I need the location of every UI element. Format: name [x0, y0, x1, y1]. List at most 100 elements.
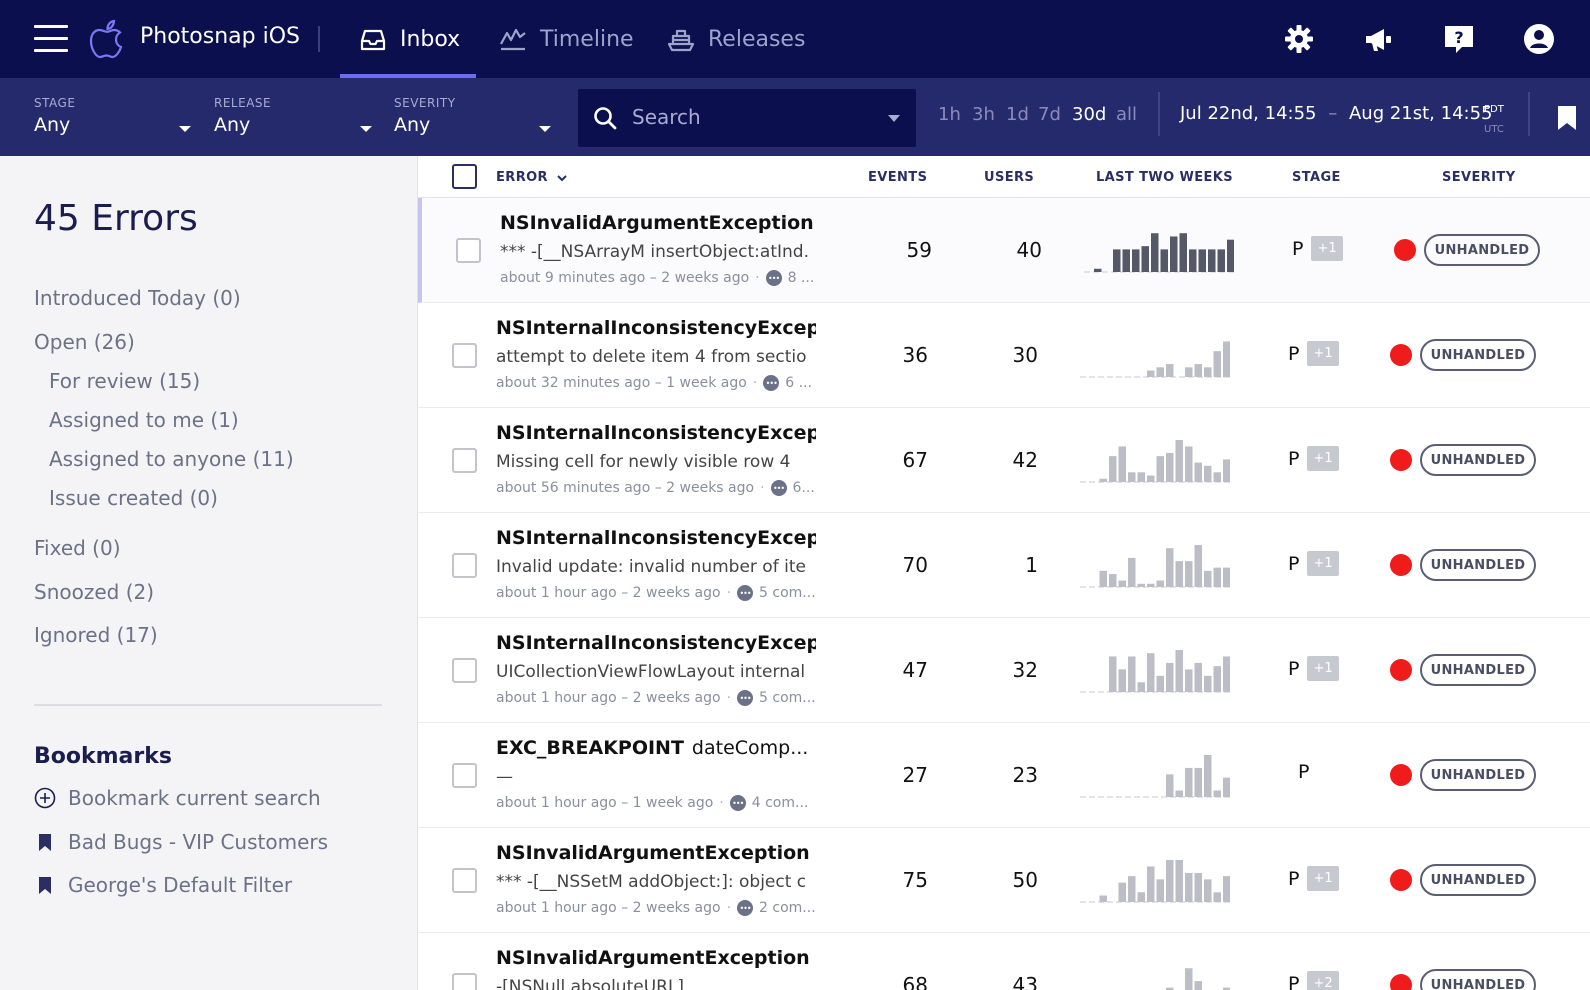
tab-inbox[interactable]: Inbox — [340, 0, 476, 78]
sparkline-bar — [1213, 892, 1221, 902]
bookmark-icon[interactable] — [1556, 104, 1578, 132]
range-all[interactable]: all — [1116, 104, 1137, 125]
row-checkbox[interactable] — [452, 973, 477, 990]
sparkline-bar — [1175, 440, 1183, 482]
error-class: NSInvalidArgumentException — [500, 212, 814, 234]
sparkline-bar — [1189, 249, 1197, 272]
bookmark-georges-default-filter[interactable]: George's Default Filter — [34, 873, 292, 897]
comments-icon: ••• — [763, 375, 780, 391]
events-column-header[interactable]: EVENTS — [868, 170, 927, 185]
tab-timeline[interactable]: Timeline — [498, 0, 634, 78]
row-checkbox[interactable] — [452, 343, 477, 368]
account-icon[interactable] — [1522, 22, 1556, 56]
sparkline-bar — [1227, 239, 1234, 272]
table-row[interactable]: NSInternalInconsistencyExcept... attempt … — [418, 303, 1590, 408]
table-row[interactable]: NSInvalidArgumentException... *** -[__NSA… — [418, 198, 1590, 303]
row-checkbox[interactable] — [452, 553, 477, 578]
sparkline-bar — [1147, 653, 1155, 692]
settings-icon[interactable] — [1282, 22, 1316, 56]
range-1d[interactable]: 1d — [1006, 104, 1029, 125]
comments-count[interactable]: 4 com... — [752, 795, 809, 811]
range-30d[interactable]: 30d — [1072, 104, 1106, 125]
error-title-link[interactable]: NSInvalidArgumentException... — [496, 842, 816, 864]
severity-dot — [1394, 239, 1416, 261]
users-column-header[interactable]: USERS — [984, 170, 1034, 185]
search-dropdown-icon[interactable] — [888, 115, 900, 122]
error-title-link[interactable]: NSInternalInconsistencyExcept... — [496, 317, 816, 339]
chevron-down-icon[interactable] — [360, 126, 372, 132]
comments-count[interactable]: 2 com... — [759, 900, 816, 916]
comments-count[interactable]: 5 com... — [759, 690, 816, 706]
comments-count[interactable]: 6... — [793, 480, 815, 496]
sparkline-bar — [1194, 662, 1202, 692]
sidebar-item-fixed[interactable]: Fixed (0) — [34, 536, 121, 560]
sidebar-item-introduced-today[interactable]: Introduced Today (0) — [34, 286, 241, 310]
sparkline-bar — [1217, 249, 1225, 272]
sidebar-item-snoozed[interactable]: Snoozed (2) — [34, 580, 154, 604]
comments-count[interactable]: 8 ... — [788, 270, 815, 286]
tab-releases[interactable]: Releases — [666, 0, 805, 78]
error-time-range: about 1 hour ago – 1 week ago — [496, 795, 714, 811]
bookmark-bad-bugs[interactable]: Bad Bugs - VIP Customers — [34, 830, 328, 854]
row-checkbox[interactable] — [456, 238, 481, 263]
events-count: 36 — [902, 343, 928, 367]
sidebar-item-assigned-to-anyone[interactable]: Assigned to anyone (11) — [49, 447, 294, 471]
events-count: 70 — [902, 553, 928, 577]
table-row[interactable]: NSInternalInconsistencyExcept... Invalid … — [418, 513, 1590, 618]
sparkline-bar — [1113, 249, 1121, 272]
range-7d[interactable]: 7d — [1038, 104, 1061, 125]
sidebar-item-open[interactable]: Open (26) — [34, 330, 135, 354]
filter-divider — [1158, 92, 1160, 136]
error-title-link[interactable]: NSInternalInconsistencyExcept... — [496, 527, 816, 549]
bookmark-current-search-link[interactable]: Bookmark current search — [34, 786, 321, 810]
error-title-link[interactable]: EXC_BREAKPOINT dateComp... — [496, 737, 816, 759]
help-icon[interactable]: ? — [1442, 22, 1476, 56]
error-title-link[interactable]: NSInvalidArgumentException... — [500, 212, 820, 234]
select-all-checkbox[interactable] — [452, 164, 477, 189]
table-row[interactable]: NSInternalInconsistencyExcept... Missing … — [418, 408, 1590, 513]
error-title-link[interactable]: NSInternalInconsistencyExcept... — [496, 422, 816, 444]
severity-badge: UNHANDLED — [1420, 759, 1536, 791]
sidebar-item-issue-created[interactable]: Issue created (0) — [49, 486, 218, 510]
range-3h[interactable]: 3h — [972, 104, 995, 125]
search-input[interactable]: Search — [578, 89, 916, 147]
row-checkbox[interactable] — [452, 658, 477, 683]
sidebar-divider — [34, 704, 382, 706]
sidebar-item-ignored[interactable]: Ignored (17) — [34, 623, 158, 647]
announcements-icon[interactable] — [1362, 22, 1396, 56]
table-row[interactable]: NSInternalInconsistencyExcept... UICollec… — [418, 618, 1590, 723]
stage-cell: P +1 — [1288, 656, 1339, 681]
error-title-link[interactable]: NSInvalidArgumentException... — [496, 947, 816, 969]
table-row[interactable]: EXC_BREAKPOINT dateComp... — about 1 hour a… — [418, 723, 1590, 828]
release-filter[interactable]: RELEASE Any — [214, 96, 271, 136]
severity-filter[interactable]: SEVERITY Any — [394, 96, 456, 136]
comments-count[interactable]: 5 com... — [759, 585, 816, 601]
events-count: 47 — [902, 658, 928, 682]
table-row[interactable]: NSInvalidArgumentException... *** -[__NSS… — [418, 828, 1590, 933]
sidebar-item-for-review[interactable]: For review (15) — [49, 369, 200, 393]
error-title-link[interactable]: NSInternalInconsistencyExcept... — [496, 632, 816, 654]
meta-dot: · — [726, 585, 732, 601]
sparkline-bar — [1223, 656, 1230, 692]
timezone-toggle[interactable]: PDT UTC — [1484, 100, 1504, 140]
error-column-header[interactable]: ERROR — [496, 170, 568, 185]
chevron-down-icon[interactable] — [179, 126, 191, 132]
comments-count[interactable]: 6 ... — [785, 375, 812, 391]
sparkline-bar — [1185, 561, 1193, 587]
sparkline-bar — [1151, 233, 1159, 272]
row-checkbox[interactable] — [452, 763, 477, 788]
row-checkbox[interactable] — [452, 868, 477, 893]
range-1h[interactable]: 1h — [938, 104, 961, 125]
date-range[interactable]: Jul 22nd, 14:55 – Aug 21st, 14:55 — [1180, 103, 1493, 124]
timezone-pdt: PDT — [1484, 104, 1504, 115]
stage-extra-badge: +1 — [1307, 551, 1339, 576]
severity-dot — [1390, 554, 1412, 576]
project-name[interactable]: Photosnap iOS — [140, 24, 300, 49]
sidebar-item-assigned-to-me[interactable]: Assigned to me (1) — [49, 408, 239, 432]
sparkline-bar — [1223, 459, 1230, 482]
stage-filter[interactable]: STAGE Any — [34, 96, 75, 136]
hamburger-menu-icon[interactable] — [34, 25, 68, 53]
chevron-down-icon[interactable] — [539, 126, 551, 132]
row-checkbox[interactable] — [452, 448, 477, 473]
table-row[interactable]: NSInvalidArgumentException... -[NSNull ab… — [418, 933, 1590, 990]
